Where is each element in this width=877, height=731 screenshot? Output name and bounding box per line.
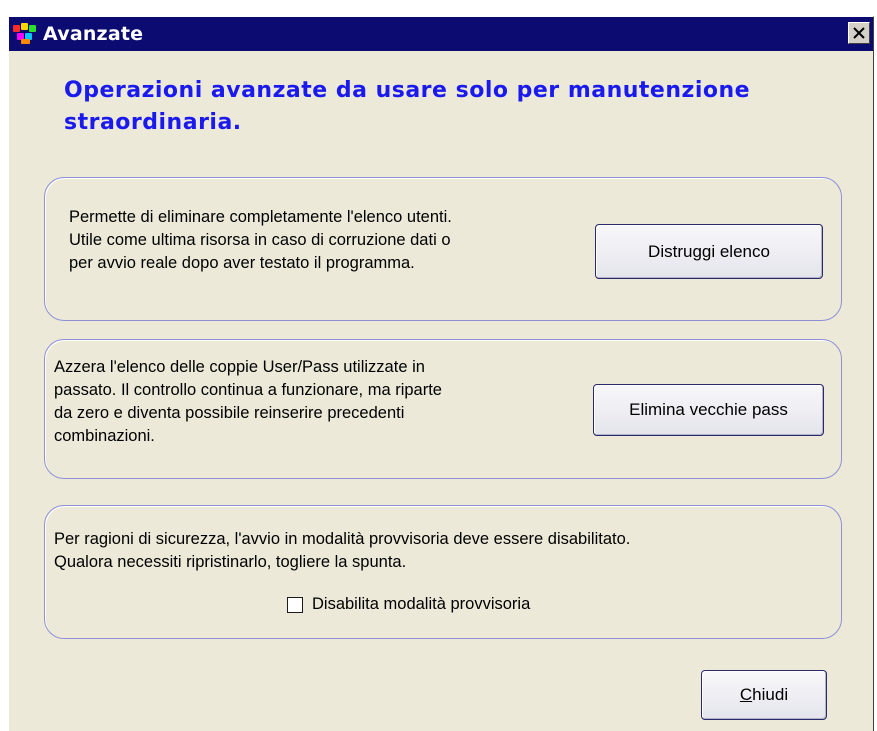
- page-heading: Operazioni avanzate da usare solo per ma…: [64, 75, 824, 139]
- description-line: passato. Il controllo continua a funzion…: [54, 381, 442, 399]
- app-icon: [13, 23, 37, 45]
- destroy-list-button[interactable]: Distruggi elenco: [595, 224, 823, 279]
- description-line: combinazioni.: [54, 427, 155, 445]
- disable-safe-mode-label[interactable]: Disabilita modalità provvisoria: [312, 595, 530, 614]
- close-x-icon: [853, 27, 865, 39]
- group-safe-mode-text: Per ragioni di sicurezza, l'avvio in mod…: [54, 528, 834, 574]
- description-line: Per ragioni di sicurezza, l'avvio in mod…: [54, 530, 631, 548]
- close-window-button[interactable]: [848, 22, 870, 44]
- description-line: Azzera l'elenco delle coppie User/Pass u…: [54, 358, 425, 376]
- description-line: Qualora necessiti ripristinarlo, toglier…: [54, 553, 407, 571]
- group-delete-old-pass-text: Azzera l'elenco delle coppie User/Pass u…: [54, 356, 594, 448]
- heading-line-1: Operazioni avanzate da usare solo per ma…: [64, 78, 751, 103]
- description-line: per avvio reale dopo aver testato il pro…: [69, 254, 415, 272]
- heading-line-2: straordinaria.: [64, 110, 242, 135]
- close-label-rest: hiudi: [752, 685, 789, 704]
- description-line: Permette di eliminare completamente l'el…: [69, 208, 452, 226]
- close-button[interactable]: Chiudi: [701, 670, 827, 720]
- disable-safe-mode-checkbox[interactable]: [287, 596, 303, 613]
- dialog-window: Avanzate Operazioni avanzate da usare so…: [8, 16, 874, 731]
- description-line: da zero e diventa possibile reinserire p…: [54, 404, 405, 422]
- window-title: Avanzate: [43, 23, 144, 45]
- group-delete-users-text: Permette di eliminare completamente l'el…: [69, 206, 589, 275]
- close-mnemonic: C: [739, 685, 753, 704]
- delete-old-pass-button[interactable]: Elimina vecchie pass: [593, 384, 824, 436]
- description-line: Utile come ultima risorsa in caso di cor…: [69, 231, 451, 249]
- safe-mode-checkbox-row[interactable]: Disabilita modalità provvisoria: [287, 595, 530, 614]
- title-bar[interactable]: Avanzate: [9, 17, 873, 51]
